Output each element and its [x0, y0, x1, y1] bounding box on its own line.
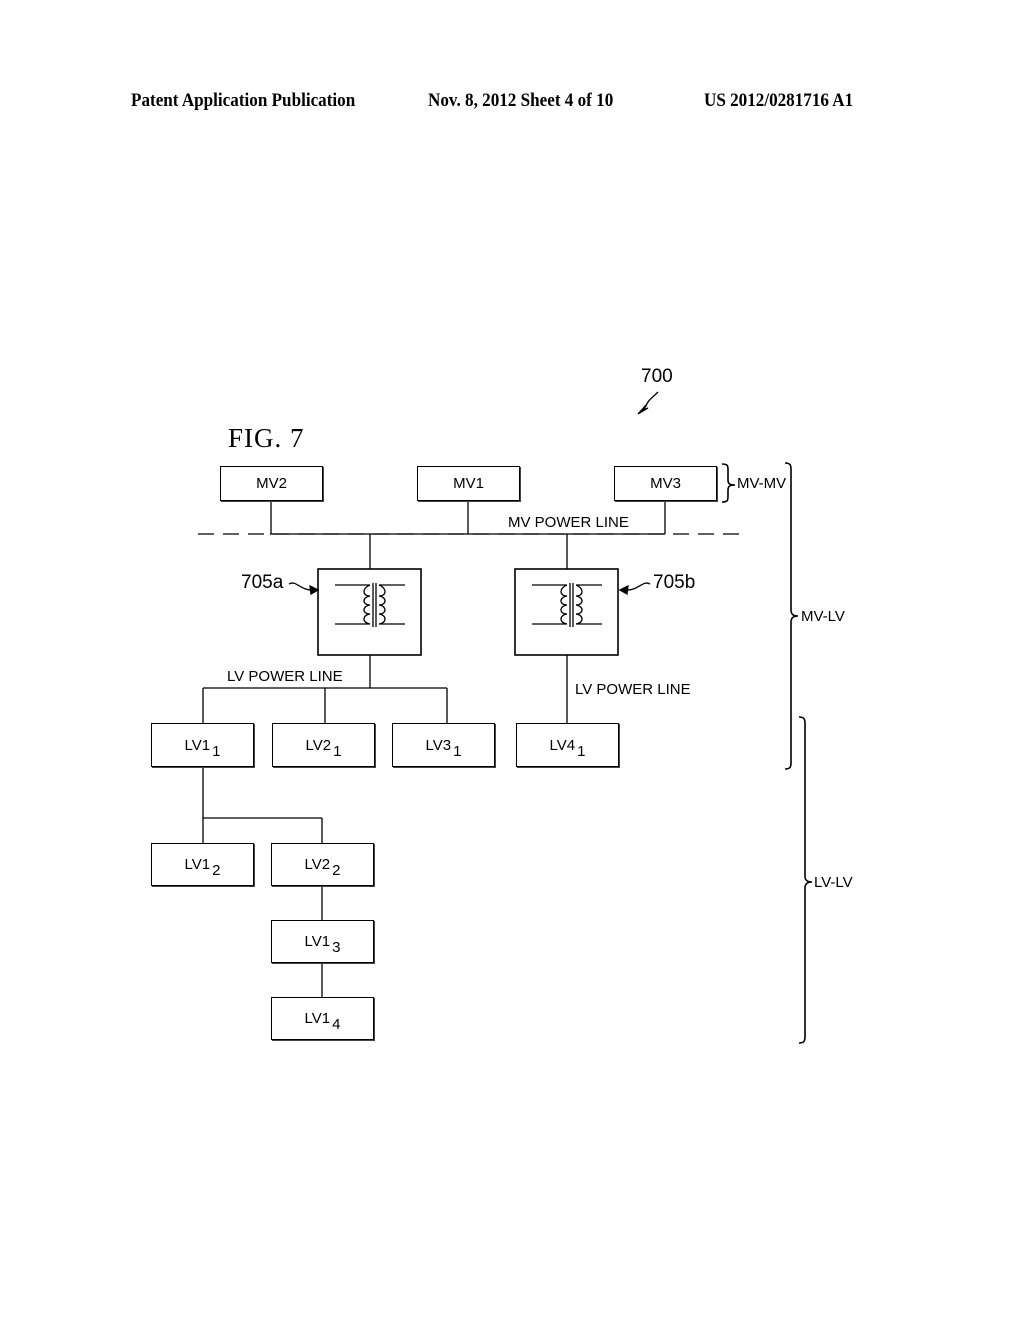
node-label: LV4: [549, 736, 576, 754]
node-label: LV1: [184, 856, 211, 873]
diagram-wiring: [198, 391, 813, 1044]
node-label: LV2: [304, 856, 331, 873]
lv-node-lv1-4: LV1 4: [271, 997, 374, 1040]
transformer-705b-icon: [532, 583, 602, 627]
node-label: LV1: [184, 736, 211, 754]
bracket-label-lv-lv: LV-LV: [814, 874, 853, 891]
pointer-arrow-705a: [288, 582, 313, 591]
bracket-label-mv-lv: MV-LV: [801, 608, 845, 625]
node-subscript: 2: [332, 862, 341, 879]
lv-node-lv3-1: LV3 1: [392, 723, 495, 767]
node-label: LV2: [305, 736, 332, 754]
mv-power-line-label: MV POWER LINE: [508, 514, 629, 531]
lv-node-lv4-1: LV4 1: [516, 723, 619, 767]
lv-node-lv1-1: LV1 1: [151, 723, 254, 767]
lv-power-line-label-b: LV POWER LINE: [575, 681, 691, 698]
node-subscript: 1: [577, 742, 586, 760]
node-label: LV1: [304, 1010, 331, 1027]
pointer-arrow-705b: [626, 582, 651, 591]
lv-power-line-label-a: LV POWER LINE: [227, 668, 343, 685]
node-subscript: 3: [332, 939, 341, 956]
bracket-mv-mv: [721, 463, 736, 503]
transformer-705a-icon: [335, 583, 405, 627]
lv-node-lv2-2: LV2 2: [271, 843, 374, 886]
node-subscript: 4: [332, 1016, 341, 1033]
node-subscript: 1: [453, 742, 462, 760]
node-label: LV1: [304, 933, 331, 950]
mv-node-mv3: MV3: [614, 466, 717, 501]
node-label: MV2: [256, 475, 287, 492]
bracket-mv-lv: [784, 462, 799, 770]
lv-node-lv1-3: LV1 3: [271, 920, 374, 963]
node-label: LV3: [425, 736, 452, 754]
node-subscript: 1: [212, 742, 221, 760]
node-label: MV1: [453, 475, 484, 492]
transformer-705b-box: [514, 568, 619, 656]
node-subscript: 1: [333, 742, 342, 760]
mv-node-mv1: MV1: [417, 466, 520, 501]
lv-node-lv2-1: LV2 1: [272, 723, 375, 767]
transformer-705a-box: [317, 568, 422, 656]
bracket-label-mv-mv: MV-MV: [737, 475, 787, 492]
mv-node-mv2: MV2: [220, 466, 323, 501]
node-label: MV3: [650, 475, 681, 492]
bracket-lv-lv: [798, 716, 813, 1044]
lv-node-lv1-2: LV1 2: [151, 843, 254, 886]
node-subscript: 2: [212, 862, 221, 879]
